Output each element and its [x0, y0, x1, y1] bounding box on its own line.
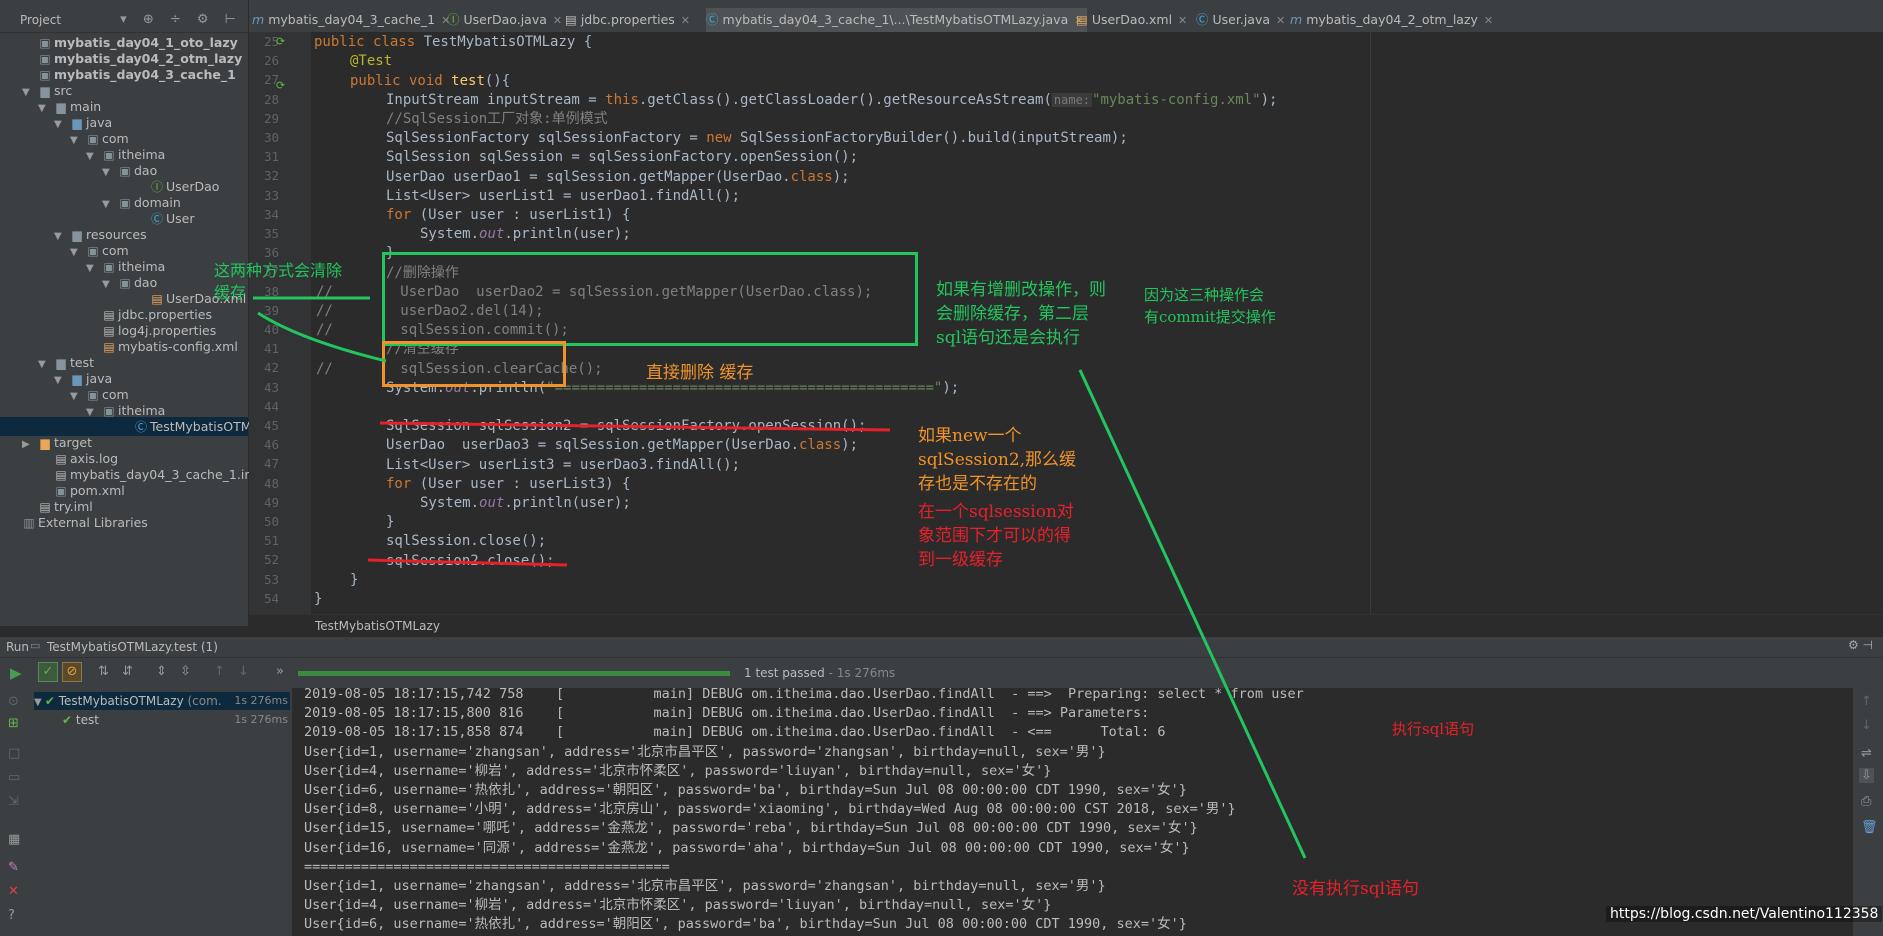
- arrow-line-green: [1078, 369, 1307, 859]
- annotation-scope: 在一个sqlsession对 象范围下才可以的得 到一级缓存: [918, 502, 1074, 570]
- arrow-line-green: [257, 311, 387, 363]
- annotation-new-session: 如果new一个 sqlSession2,那么缓 存也是不存在的: [918, 426, 1077, 494]
- strikethrough-red: [379, 421, 891, 432]
- annotation-commit: 因为这三种操作会 有commit提交操作: [1144, 286, 1276, 326]
- annotation-sql-executed: 执行sql语句: [1392, 720, 1475, 738]
- annotation-direct-clear: 直接删除 缓存: [646, 363, 754, 383]
- annotation-sql-not-executed: 没有执行sql语句: [1292, 879, 1420, 899]
- watermark: https://blog.csdn.net/Valentino112358: [1606, 906, 1883, 922]
- annotation-crud: 如果有增删改操作，则 会删除缓存，第二层 sql语句还是会执行: [936, 280, 1106, 348]
- strikethrough-red: [367, 558, 568, 567]
- annotation-clear-methods: 这两种方式会清除 缓存: [214, 261, 343, 302]
